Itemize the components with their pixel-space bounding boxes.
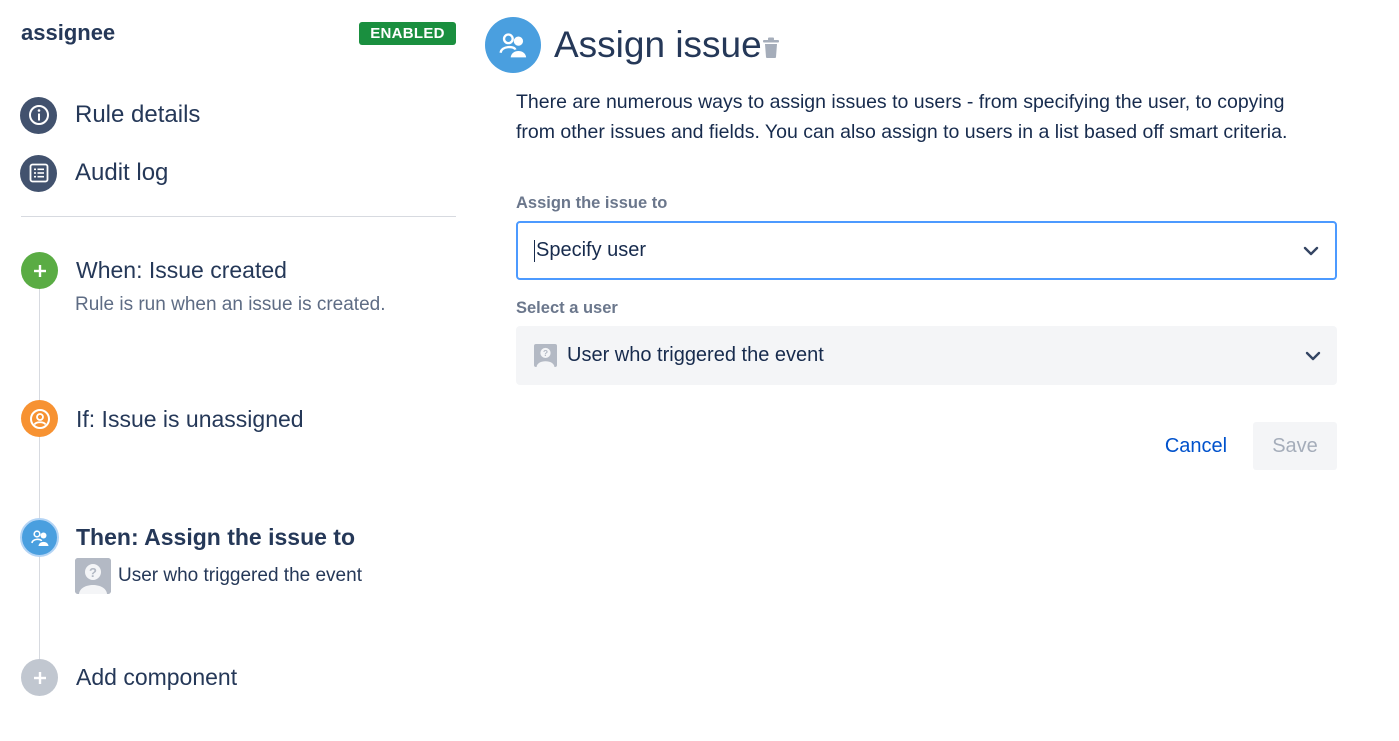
user-circle-icon bbox=[21, 400, 58, 437]
text-caret bbox=[534, 239, 535, 262]
nav-audit-log[interactable]: Audit log bbox=[20, 153, 168, 193]
plus-icon bbox=[21, 659, 58, 696]
timeline-line bbox=[39, 288, 40, 660]
step-action[interactable] bbox=[20, 518, 59, 557]
nav-label: Rule details bbox=[75, 101, 201, 128]
save-button[interactable]: Save bbox=[1253, 422, 1337, 470]
step-condition[interactable] bbox=[21, 400, 58, 437]
assign-type-value: Specify user bbox=[536, 239, 647, 261]
trash-icon[interactable] bbox=[761, 36, 781, 65]
assign-field-label: Assign the issue to bbox=[516, 194, 668, 212]
cancel-button[interactable]: Cancel bbox=[1152, 422, 1240, 470]
status-badge: ENABLED bbox=[359, 22, 456, 45]
user-select[interactable]: ? User who triggered the event bbox=[516, 326, 1337, 385]
page-title: Assign issue bbox=[554, 24, 762, 65]
chevron-down-icon bbox=[1303, 246, 1319, 255]
info-icon bbox=[20, 96, 57, 134]
unknown-user-avatar: ? bbox=[534, 344, 557, 367]
rule-name: assignee bbox=[21, 20, 116, 45]
chevron-down-icon bbox=[1305, 351, 1321, 360]
step-trigger-title[interactable]: When: Issue created bbox=[76, 257, 287, 284]
svg-text:?: ? bbox=[89, 565, 97, 580]
nav-label: Audit log bbox=[75, 159, 169, 186]
step-condition-title[interactable]: If: Issue is unassigned bbox=[76, 406, 304, 433]
add-component-button[interactable] bbox=[21, 659, 58, 696]
step-action-subtitle: User who triggered the event bbox=[118, 565, 362, 586]
assign-users-icon bbox=[485, 17, 541, 73]
step-action-title[interactable]: Then: Assign the issue to bbox=[76, 524, 355, 551]
nav-rule-details[interactable]: Rule details bbox=[20, 95, 200, 135]
plus-icon bbox=[21, 252, 58, 289]
sidebar-divider bbox=[21, 216, 456, 217]
unknown-user-avatar: ? bbox=[75, 558, 111, 594]
description-text: There are numerous ways to assign issues… bbox=[516, 91, 1288, 143]
assign-users-icon bbox=[20, 518, 59, 557]
step-trigger-description: Rule is run when an issue is created. bbox=[75, 294, 386, 315]
user-field-label: Select a user bbox=[516, 299, 618, 317]
svg-text:?: ? bbox=[543, 348, 548, 358]
user-select-value: User who triggered the event bbox=[567, 344, 824, 366]
assign-type-select[interactable]: Specify user bbox=[516, 221, 1337, 280]
step-trigger[interactable] bbox=[21, 252, 58, 289]
list-icon bbox=[20, 154, 57, 192]
add-component-label[interactable]: Add component bbox=[76, 664, 237, 691]
